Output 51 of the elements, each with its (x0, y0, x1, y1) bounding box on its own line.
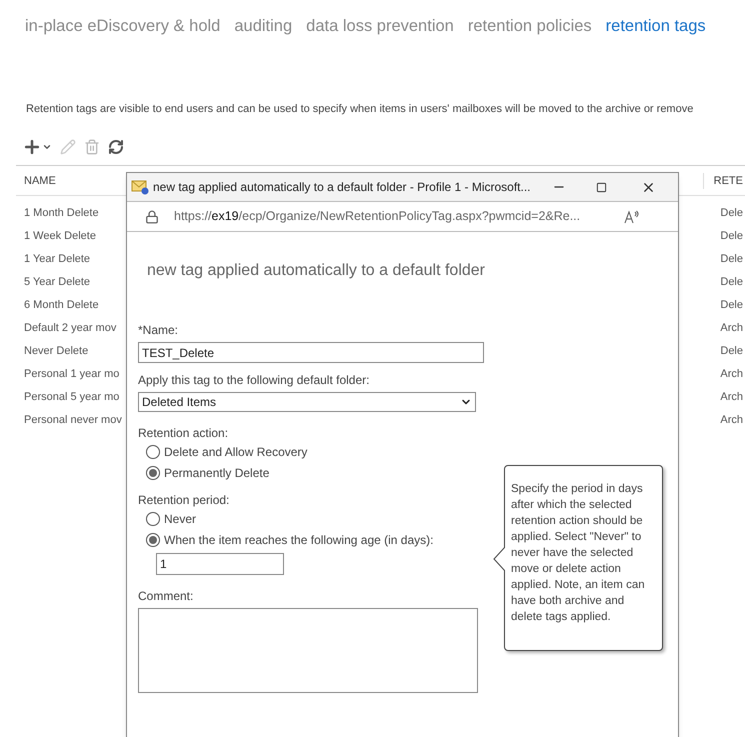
table-cell-text: Dele (720, 344, 743, 358)
read-aloud-icon[interactable] (624, 210, 640, 224)
name-field[interactable]: TEST_Delete (138, 342, 484, 363)
nav-tab[interactable]: retention tags (606, 14, 706, 39)
table-cell-text: Arch (720, 412, 743, 428)
dialog-heading: new tag applied automatically to a default folder (146, 261, 486, 281)
radio-label: Delete and Allow Recovery (164, 444, 308, 461)
maximize-icon[interactable] (596, 182, 607, 192)
field-label: Retention action: (138, 424, 228, 442)
url-text: https://ex19/ecp/Organize/NewRetentionPolicyTag.aspx?pwmcid=2&Re... (174, 208, 582, 226)
table-cell-text: Dele (720, 274, 743, 290)
radio-button[interactable] (146, 445, 160, 459)
table-cell-text: Arch (720, 366, 743, 382)
field-label: Comment: (138, 588, 194, 604)
address-bar[interactable]: https://ex19/ecp/Organize/NewRetentionPolicyTag.aspx?pwmcid=2&Re... (127, 202, 678, 232)
table-cell-text: Dele (720, 298, 743, 312)
table-cell-text: Arch (720, 320, 743, 336)
field-label: Apply this tag to the following default folder: (138, 372, 370, 388)
table-cell-text: Personal never mov (24, 412, 122, 428)
radio-label: Permanently Delete (164, 465, 270, 482)
table-cell-text: Dele (720, 228, 743, 244)
age-field[interactable]: 1 (156, 552, 284, 574)
refresh-icon[interactable] (108, 139, 124, 156)
table-cell-text: 6 Month Delete (24, 298, 99, 312)
tooltip: Specify the period in days after which the selected retention action should be applied. Select "Never" to never have the selected move or delete action applied. Note, an item can have both archive and delete tags applied. (504, 465, 663, 651)
radio-label: When the item reaches the following age (in days): (164, 532, 434, 549)
table-cell-text: 1 Month Delete (24, 206, 99, 220)
table-cell-text: Personal 5 year mo (24, 390, 120, 404)
table-cell-text: Never Delete (24, 344, 88, 358)
table-cell-text: 5 Year Delete (24, 274, 90, 290)
radio-label: Never (164, 511, 196, 528)
table-cell-text: 1 Week Delete (24, 228, 96, 244)
window-title: new tag applied automatically to a default folder - Profile 1 - Microsoft... (153, 179, 532, 196)
folder-dropdown[interactable]: Deleted Items (138, 392, 476, 412)
table-cell-text: Default 2 year mov (24, 320, 116, 336)
table-cell-text: Personal 1 year mo (24, 366, 120, 382)
envelope-icon (131, 179, 149, 195)
lock-icon (145, 210, 159, 224)
description-text: Retention tags are visible to end users and can be used to specify when items in users' mailboxes will be moved to the archive or remove (25, 102, 694, 117)
field-label: *Name: (138, 322, 180, 339)
radio-button[interactable] (146, 466, 160, 480)
field-label: Retention period: (138, 492, 230, 508)
table-cell-text: Arch (720, 390, 743, 404)
comment-field[interactable] (138, 608, 478, 692)
radio-button[interactable] (146, 533, 160, 547)
column-header[interactable]: RETE (702, 172, 745, 189)
table-cell-text: Dele (720, 252, 743, 266)
tooltip-arrow (493, 547, 505, 571)
table-cell-text: Dele (720, 206, 743, 220)
radio-button[interactable] (146, 512, 160, 526)
table-cell-text: 1 Year Delete (24, 252, 90, 266)
